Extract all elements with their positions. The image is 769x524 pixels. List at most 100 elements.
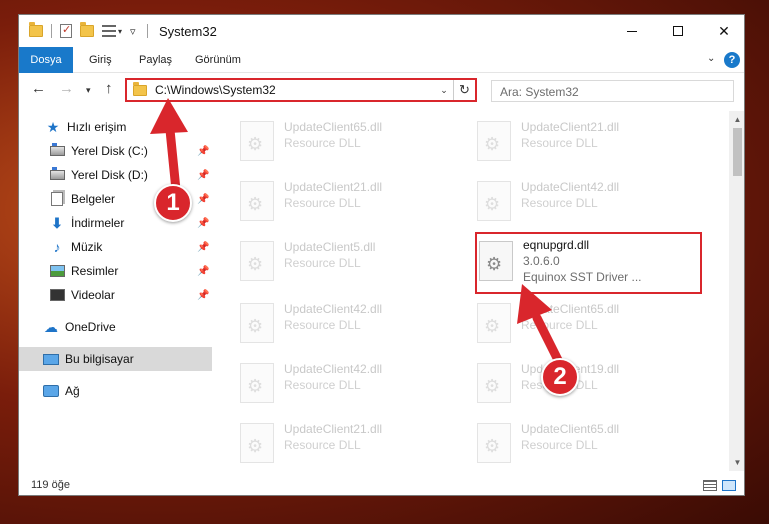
sidebar-item-label: Resimler xyxy=(71,264,119,278)
search-input[interactable]: Ara: System32 xyxy=(491,80,734,102)
address-bar[interactable]: C:\Windows\System32 ⌄ ↻ xyxy=(125,78,477,102)
address-dropdown-icon[interactable]: ⌄ xyxy=(435,85,453,96)
file-type: Resource DLL xyxy=(284,378,361,392)
scroll-up-icon[interactable]: ▲ xyxy=(729,111,744,128)
file-type: Resource DLL xyxy=(284,196,361,210)
file-type: Resource DLL xyxy=(284,256,361,270)
sidebar-item-network[interactable]: Ağ xyxy=(19,379,212,403)
properties-icon[interactable] xyxy=(60,23,72,38)
forward-arrow-icon[interactable]: → xyxy=(59,80,74,97)
new-folder-icon[interactable] xyxy=(80,22,94,37)
folder-icon xyxy=(29,22,43,37)
file-name: UpdateClient65.dll xyxy=(521,422,620,436)
minimize-icon xyxy=(627,30,637,32)
sidebar-item-label: Hızlı erişim xyxy=(67,120,127,134)
sidebar-item-label: Yerel Disk (C:) xyxy=(71,144,148,158)
pin-icon[interactable]: 📌 xyxy=(197,194,209,205)
tab-file[interactable]: Dosya xyxy=(19,47,73,73)
file-item[interactable]: ⚙ UpdateClient42.dll Resource DLL xyxy=(477,175,707,229)
sidebar-item-local-disk-d[interactable]: Yerel Disk (D:) 📌 xyxy=(19,163,212,187)
expand-ribbon-icon[interactable]: ⌄ xyxy=(707,53,715,64)
back-arrow-icon[interactable]: ← xyxy=(31,80,46,97)
view-icon[interactable] xyxy=(102,25,116,37)
dll-file-icon: ⚙ xyxy=(240,303,274,343)
folder-icon xyxy=(133,81,147,96)
window-title: System32 xyxy=(159,24,217,39)
tab-share[interactable]: Paylaş xyxy=(129,47,182,73)
sidebar-item-pictures[interactable]: Resimler 📌 xyxy=(19,259,212,283)
file-type: Resource DLL xyxy=(521,196,598,210)
pin-icon[interactable]: 📌 xyxy=(197,170,209,181)
file-list: ⚙ UpdateClient65.dll Resource DLL ⚙ Updat… xyxy=(212,111,729,471)
title-bar: ▾ ▿ System32 ✕ xyxy=(19,15,744,47)
scroll-down-icon[interactable]: ▼ xyxy=(729,454,744,471)
file-item[interactable]: ⚙ UpdateClient65.dll Resource DLL xyxy=(477,417,707,471)
file-item[interactable]: ⚙ UpdateClient19.dllResource DLL xyxy=(477,357,707,411)
search-placeholder: Ara: System32 xyxy=(500,85,579,99)
pin-icon[interactable]: 📌 xyxy=(197,146,209,157)
minimize-button[interactable] xyxy=(609,15,655,47)
step-1-badge: 1 xyxy=(154,184,192,222)
computer-icon xyxy=(43,352,59,366)
navigation-bar: ← → ▾ ↑ C:\Windows\System32 ⌄ ↻ Ara: Sys… xyxy=(19,74,744,106)
pin-icon[interactable]: 📌 xyxy=(197,266,209,277)
vertical-scrollbar[interactable]: ▲ ▼ xyxy=(729,111,744,471)
sidebar-item-label: İndirmeler xyxy=(71,216,125,230)
large-icons-view-icon[interactable] xyxy=(722,480,736,491)
pin-icon[interactable]: 📌 xyxy=(197,242,209,253)
tab-home[interactable]: Giriş xyxy=(79,47,122,73)
maximize-button[interactable] xyxy=(655,15,701,47)
file-item[interactable]: ⚙ UpdateClient42.dll Resource DLL xyxy=(240,297,470,351)
pin-icon[interactable]: 📌 xyxy=(197,290,209,301)
dropdown-icon[interactable]: ▾ xyxy=(118,27,122,36)
close-button[interactable]: ✕ xyxy=(701,15,744,47)
star-icon: ★ xyxy=(46,118,60,135)
address-path[interactable]: C:\Windows\System32 xyxy=(155,83,435,97)
file-item[interactable]: ⚙ UpdateClient65.dll Resource DLL xyxy=(240,115,470,169)
file-item[interactable]: ⚙ UpdateClient42.dll Resource DLL xyxy=(240,357,470,411)
up-arrow-icon[interactable]: ↑ xyxy=(105,80,113,97)
file-name: UpdateClient5.dll xyxy=(284,240,376,254)
sidebar-item-videos[interactable]: Videolar 📌 xyxy=(19,283,212,307)
dll-file-icon: ⚙ xyxy=(477,121,511,161)
sidebar-item-this-pc[interactable]: Bu bilgisayar xyxy=(19,347,212,371)
sidebar-item-label: Müzik xyxy=(71,240,103,254)
dll-file-icon: ⚙ xyxy=(477,423,511,463)
sidebar-item-label: OneDrive xyxy=(65,320,116,334)
dll-file-icon: ⚙ xyxy=(477,303,511,343)
file-explorer-window: ▾ ▿ System32 ✕ Dosya Giriş Paylaş Görünü… xyxy=(18,14,745,496)
file-item[interactable]: ⚙ UpdateClient21.dll Resource DLL xyxy=(240,417,470,471)
customize-icon[interactable]: ▿ xyxy=(130,25,136,38)
dll-file-icon: ⚙ xyxy=(240,121,274,161)
sidebar-item-music[interactable]: ♪ Müzik 📌 xyxy=(19,235,212,259)
status-bar: 119 öğe xyxy=(19,473,744,495)
divider xyxy=(51,24,52,38)
details-view-icon[interactable] xyxy=(703,480,717,491)
file-item[interactable]: ⚙ UpdateClient65.dll Resource DLL xyxy=(477,297,707,351)
dll-file-icon: ⚙ xyxy=(477,181,511,221)
item-count: 119 öğe xyxy=(31,479,70,491)
sidebar-item-onedrive[interactable]: ☁ OneDrive xyxy=(19,315,212,339)
dll-file-icon: ⚙ xyxy=(240,363,274,403)
file-name: UpdateClient42.dll xyxy=(521,180,620,194)
maximize-icon xyxy=(673,26,683,36)
close-icon: ✕ xyxy=(718,22,730,39)
recent-locations-icon[interactable]: ▾ xyxy=(86,85,91,96)
file-item[interactable]: ⚙ UpdateClient21.dll Resource DLL xyxy=(240,175,470,229)
scroll-thumb[interactable] xyxy=(733,128,742,176)
quick-access-toolbar: ▾ ▿ xyxy=(29,22,144,39)
pin-icon[interactable]: 📌 xyxy=(197,218,209,229)
dll-file-icon: ⚙ xyxy=(240,181,274,221)
refresh-icon[interactable]: ↻ xyxy=(453,80,475,100)
file-item[interactable]: ⚙ UpdateClient5.dll Resource DLL xyxy=(240,235,470,289)
help-icon[interactable]: ? xyxy=(724,52,740,68)
tab-view[interactable]: Görünüm xyxy=(185,47,251,73)
sidebar-item-quick-access[interactable]: ★ Hızlı erişim xyxy=(19,115,212,139)
drive-icon xyxy=(49,143,65,158)
file-name: UpdateClient42.dll xyxy=(284,302,383,316)
downloads-icon: ⬇ xyxy=(51,214,63,231)
navigation-pane: ★ Hızlı erişim Yerel Disk (C:) 📌 Yerel D… xyxy=(19,111,212,471)
sidebar-item-local-disk-c[interactable]: Yerel Disk (C:) 📌 xyxy=(19,139,212,163)
pictures-icon xyxy=(49,264,65,278)
file-item[interactable]: ⚙ UpdateClient21.dll Resource DLL xyxy=(477,115,707,169)
